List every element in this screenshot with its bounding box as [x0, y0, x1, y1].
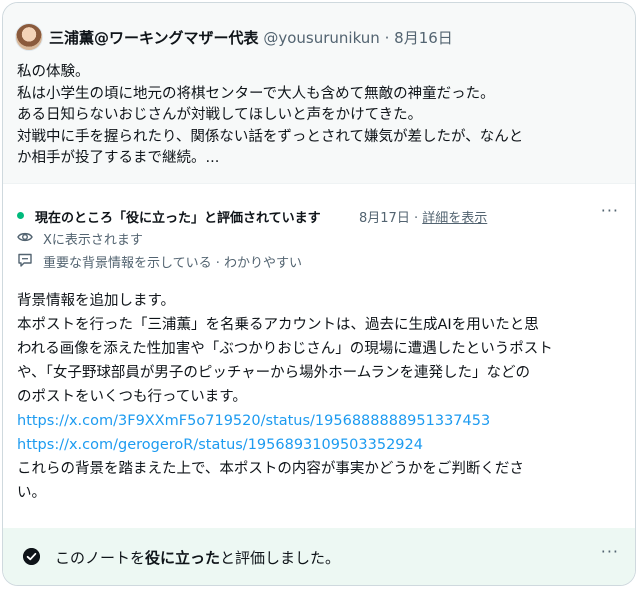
- quoted-post[interactable]: 三浦薫@ワーキングマザー代表 @yousurunikun · 8月16日 私の体…: [3, 3, 635, 183]
- note-line: われる画像を添えた性加害や「ぶつかりおじさん」の現場に遭遇したというポスト: [17, 341, 553, 357]
- author-name[interactable]: 三浦薫@ワーキングマザー代表: [49, 29, 259, 47]
- post-line: 対戦中に手を握られたり、関係ない話をずっとされて嫌気が差したが、なんと: [17, 128, 524, 145]
- eye-icon: [17, 232, 33, 242]
- rating-text-before: このノートを: [55, 549, 146, 567]
- note-status-row: 現在のところ「役に立った」と評価されています 8月17日 · 詳細を表示 ···: [17, 201, 621, 226]
- note-text: 背景情報を追加します。 本ポストを行った「三浦薫」を名乗るアカウントは、過去に生…: [17, 289, 629, 505]
- avatar[interactable]: [15, 23, 43, 51]
- note-date-line: 8月17日 · 詳細を表示: [359, 207, 487, 226]
- rating-text-bold: 役に立った: [145, 549, 221, 567]
- author-handle[interactable]: @yousurunikun: [263, 29, 379, 47]
- note-tags: 重要な背景情報を示している · わかりやすい: [43, 256, 303, 271]
- note-line: 本ポストを行った「三浦薫」を名乗るアカウントは、過去に生成AIを用いたと思: [17, 317, 539, 333]
- post-line: か相手が投了するまで継続。...: [17, 150, 220, 166]
- note-line: のポストをいくつも行っています。: [17, 389, 247, 405]
- note-line: 背景情報を追加します。: [17, 293, 176, 309]
- more-icon[interactable]: ···: [601, 542, 619, 561]
- more-icon[interactable]: ···: [601, 201, 619, 220]
- post-line: 私の体験。: [17, 64, 90, 80]
- note-status: 現在のところ「役に立った」と評価されています: [35, 211, 321, 226]
- tweet-card: 三浦薫@ワーキングマザー代表 @yousurunikun · 8月16日 私の体…: [2, 2, 636, 586]
- post-header: 三浦薫@ワーキングマザー代表 @yousurunikun · 8月16日: [49, 27, 453, 48]
- separator-dot: ·: [413, 211, 419, 226]
- source-link[interactable]: https://x.com/3F9XXmF5o719520/status/195…: [17, 413, 490, 429]
- note-line: や、「女子野球部員が男子のピッチャーから場外ホームランを連発した」などの: [17, 365, 531, 381]
- source-link[interactable]: https://x.com/gerogeroR/status/195689310…: [17, 437, 423, 453]
- separator-dot: ·: [384, 29, 390, 47]
- rating-text: このノートを役に立ったと評価しました。: [55, 547, 340, 568]
- post-line: 私は小学生の頃に地元の将棋センターで大人も含めて無敵の神童だった。: [17, 85, 495, 102]
- note-line: い。: [17, 485, 46, 501]
- check-circle-icon: [23, 548, 40, 565]
- rating-text-after: と評価しました。: [220, 549, 341, 567]
- rating-banner: このノートを役に立ったと評価しました。 ···: [3, 528, 635, 585]
- post-date[interactable]: 8月16日: [394, 29, 453, 47]
- post-line: ある日知らないおじさんが対戦してほしいと声をかけてきた。: [17, 107, 423, 123]
- green-status-dot: [17, 212, 24, 219]
- note-date: 8月17日: [359, 211, 410, 226]
- show-details-link[interactable]: 詳細を表示: [422, 211, 487, 226]
- community-note: 現在のところ「役に立った」と評価されています 8月17日 · 詳細を表示 ···…: [3, 183, 635, 529]
- comment-icon: [18, 253, 32, 267]
- visibility-text: Xに表示されます: [43, 233, 143, 248]
- note-line: これらの背景を踏まえた上で、本ポストの内容が事実かどうかをご判断くださ: [17, 461, 524, 477]
- post-text: 私の体験。 私は小学生の頃に地元の将棋センターで大人も含めて無敵の神童だった。 …: [17, 62, 629, 170]
